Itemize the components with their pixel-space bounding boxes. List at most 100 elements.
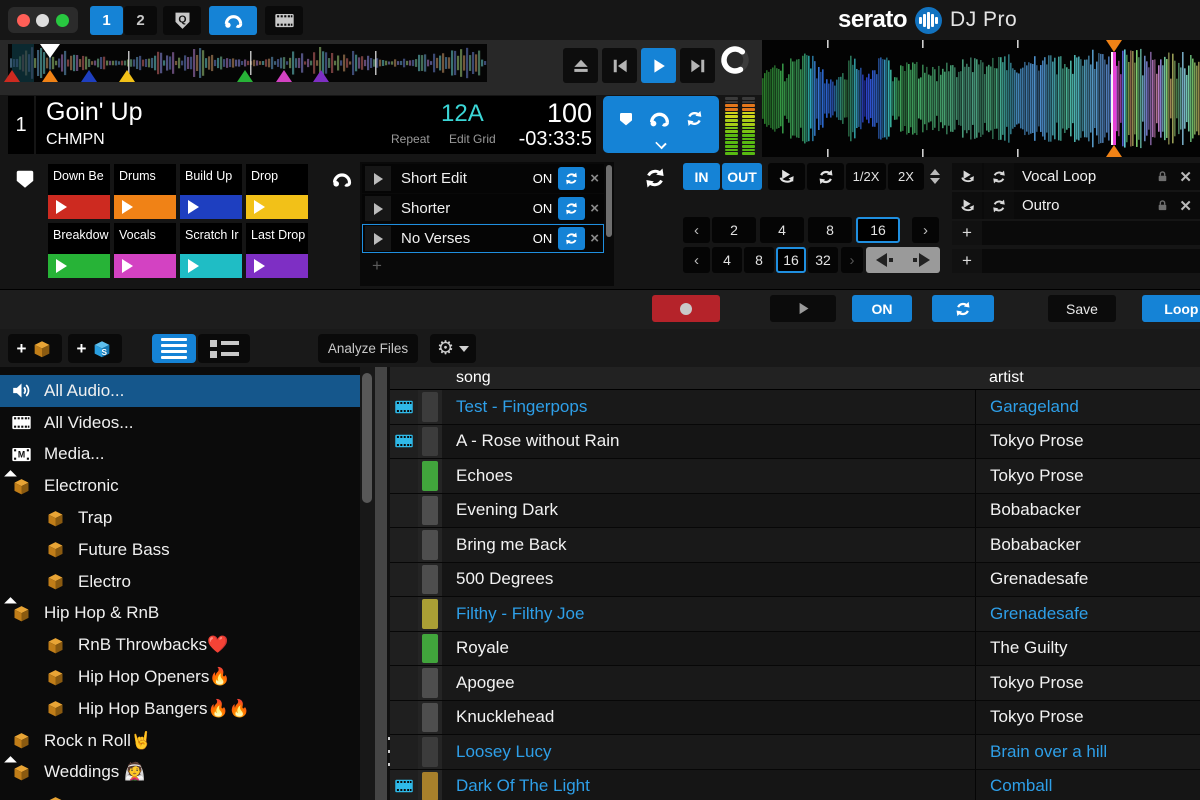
column-header-song[interactable]: song xyxy=(442,369,975,387)
saved-loop-row[interactable]: No VersesON× xyxy=(362,224,604,253)
cue-pad-4[interactable]: Drop xyxy=(246,164,308,219)
flip-save-button[interactable]: Save xyxy=(1048,295,1116,322)
table-row[interactable]: KnuckleheadTokyo Prose xyxy=(390,701,1200,736)
loop-enable-button[interactable] xyxy=(558,167,585,190)
sidebar-item-hip-hop-rnb[interactable]: Hip Hop & RnB xyxy=(0,598,360,630)
scrollbar-thumb[interactable] xyxy=(362,373,372,503)
fx-panel-button[interactable] xyxy=(163,6,201,35)
delete-loop-button[interactable]: × xyxy=(590,230,599,247)
loop-enable-button[interactable] xyxy=(558,197,585,220)
sidebar-item-weddings[interactable]: Weddings 👰 xyxy=(0,757,360,789)
flip-loop-button[interactable] xyxy=(932,295,994,322)
saved-loops-scrollbar[interactable] xyxy=(606,165,612,237)
practice-mode-button[interactable] xyxy=(209,6,257,35)
next-track-button[interactable] xyxy=(680,48,715,83)
delete-loop-button[interactable]: × xyxy=(590,170,599,187)
sidebar-item-rock-n-roll[interactable]: Rock n Roll🤘 xyxy=(0,725,360,757)
beat-jump-forward-button[interactable] xyxy=(903,247,940,273)
beat-jump-back-button[interactable] xyxy=(866,247,903,273)
loop-play-button[interactable] xyxy=(365,166,391,191)
sidebar-item-electro[interactable]: Electro xyxy=(0,566,360,598)
table-row[interactable]: Loosey LucyBrain over a hill xyxy=(390,735,1200,770)
beats-2-button[interactable]: 2 xyxy=(712,217,756,243)
track-overview-waveform[interactable] xyxy=(8,44,487,82)
table-row[interactable]: ApogeeTokyo Prose xyxy=(390,666,1200,701)
loop-slot-button[interactable]: Loop S xyxy=(1142,295,1200,322)
beats-16-button[interactable]: 16 xyxy=(776,247,806,273)
add-loop-row[interactable]: + xyxy=(362,254,604,278)
beats-16-button[interactable]: 16 xyxy=(856,217,900,243)
zoom-window-button[interactable] xyxy=(56,14,69,27)
flip-play-loop-button[interactable] xyxy=(952,163,982,190)
close-window-button[interactable] xyxy=(17,14,30,27)
flip-add-row[interactable]: + xyxy=(952,249,1200,273)
loop-play-button[interactable] xyxy=(365,226,391,251)
sidebar-item-future-bass[interactable]: Future Bass xyxy=(0,534,360,566)
cue-trigger[interactable] xyxy=(114,254,176,278)
loop-half-button[interactable]: 1/2X xyxy=(846,163,886,190)
chevron-down-icon[interactable] xyxy=(655,138,666,149)
beats-4-button[interactable]: 4 xyxy=(760,217,804,243)
sidebar-item-all-videos[interactable]: All Videos... xyxy=(0,407,360,439)
table-row[interactable]: Bring me BackBobabacker xyxy=(390,528,1200,563)
saved-loop-row[interactable]: Short EditON× xyxy=(362,164,604,193)
loop-size-stepper[interactable] xyxy=(928,163,942,190)
flip-delete-button[interactable]: ✕ xyxy=(1179,168,1192,186)
play-button[interactable] xyxy=(641,48,676,83)
edit-grid-label[interactable]: Edit Grid xyxy=(449,132,496,146)
table-row[interactable]: RoyaleThe Guilty xyxy=(390,632,1200,667)
sidebar-item-rnb-throwbacks[interactable]: RnB Throwbacks❤️ xyxy=(0,629,360,661)
cue-trigger[interactable] xyxy=(180,195,242,219)
lock-icon[interactable] xyxy=(1156,199,1169,212)
cue-pad-1[interactable]: Down Be xyxy=(48,164,110,219)
table-row[interactable]: 500 DegreesGrenadesafe xyxy=(390,563,1200,598)
cue-trigger[interactable] xyxy=(246,195,308,219)
loop-play-button[interactable] xyxy=(365,196,391,221)
sidebar-item-electronic[interactable]: Electronic xyxy=(0,470,360,502)
beats-prev-button[interactable]: ‹ xyxy=(683,247,710,273)
deck-display-button-1[interactable]: 1 xyxy=(90,6,123,35)
table-row[interactable]: A - Rose without RainTokyo Prose xyxy=(390,425,1200,460)
flip-play-button[interactable] xyxy=(770,295,836,322)
loop-enable-button[interactable] xyxy=(558,227,585,250)
loop-in-button[interactable]: IN xyxy=(683,163,720,190)
eject-button[interactable] xyxy=(563,48,598,83)
cue-trigger[interactable] xyxy=(114,195,176,219)
record-button[interactable] xyxy=(652,295,720,322)
cue-trigger[interactable] xyxy=(48,195,110,219)
table-row[interactable]: EchoesTokyo Prose xyxy=(390,459,1200,494)
cues-mode-icon[interactable] xyxy=(618,111,634,127)
add-crate-button[interactable]: + xyxy=(8,334,62,363)
loop-toggle-button[interactable] xyxy=(807,163,844,190)
cue-trigger[interactable] xyxy=(48,254,110,278)
beats-prev-button[interactable]: ‹ xyxy=(683,217,710,243)
sidebar-item-all-audio[interactable]: All Audio... xyxy=(0,375,360,407)
cue-trigger[interactable] xyxy=(246,254,308,278)
previous-track-button[interactable] xyxy=(602,48,637,83)
beats-32-button[interactable]: 32 xyxy=(808,247,838,273)
table-row[interactable]: Filthy - Filthy JoeGrenadesafe xyxy=(390,597,1200,632)
add-smart-crate-button[interactable]: + xyxy=(68,334,122,363)
saved-loop-row[interactable]: ShorterON× xyxy=(362,194,604,223)
main-waveform[interactable] xyxy=(762,40,1200,157)
minimize-window-button[interactable] xyxy=(36,14,49,27)
sidebar-scrollbar[interactable] xyxy=(360,367,375,800)
sidebar-item-partial[interactable] xyxy=(0,788,360,800)
cue-pad-8[interactable]: Last Drop xyxy=(246,223,308,278)
library-settings-button[interactable]: ⚙ xyxy=(430,334,476,363)
analyze-files-button[interactable]: Analyze Files xyxy=(318,334,418,363)
table-row[interactable]: Dark Of The LightComball xyxy=(390,770,1200,800)
flip-play-loop-button[interactable] xyxy=(952,192,982,219)
panel-divider[interactable] xyxy=(375,367,387,800)
stems-mode-icon[interactable] xyxy=(647,106,672,131)
repeat-label[interactable]: Repeat xyxy=(391,132,430,146)
flip-slot-row[interactable]: Vocal Loop✕ xyxy=(952,163,1200,190)
deck-display-button-2[interactable]: 2 xyxy=(124,6,157,35)
loop-out-button[interactable]: OUT xyxy=(722,163,762,190)
flip-delete-button[interactable]: ✕ xyxy=(1179,197,1192,215)
cue-pad-5[interactable]: Breakdow xyxy=(48,223,110,278)
sidebar-item-hip-hop-bangers[interactable]: Hip Hop Bangers🔥🔥 xyxy=(0,693,360,725)
flip-loop-button[interactable] xyxy=(984,192,1014,219)
delete-loop-button[interactable]: × xyxy=(590,200,599,217)
flip-slot-row[interactable]: Outro✕ xyxy=(952,192,1200,219)
